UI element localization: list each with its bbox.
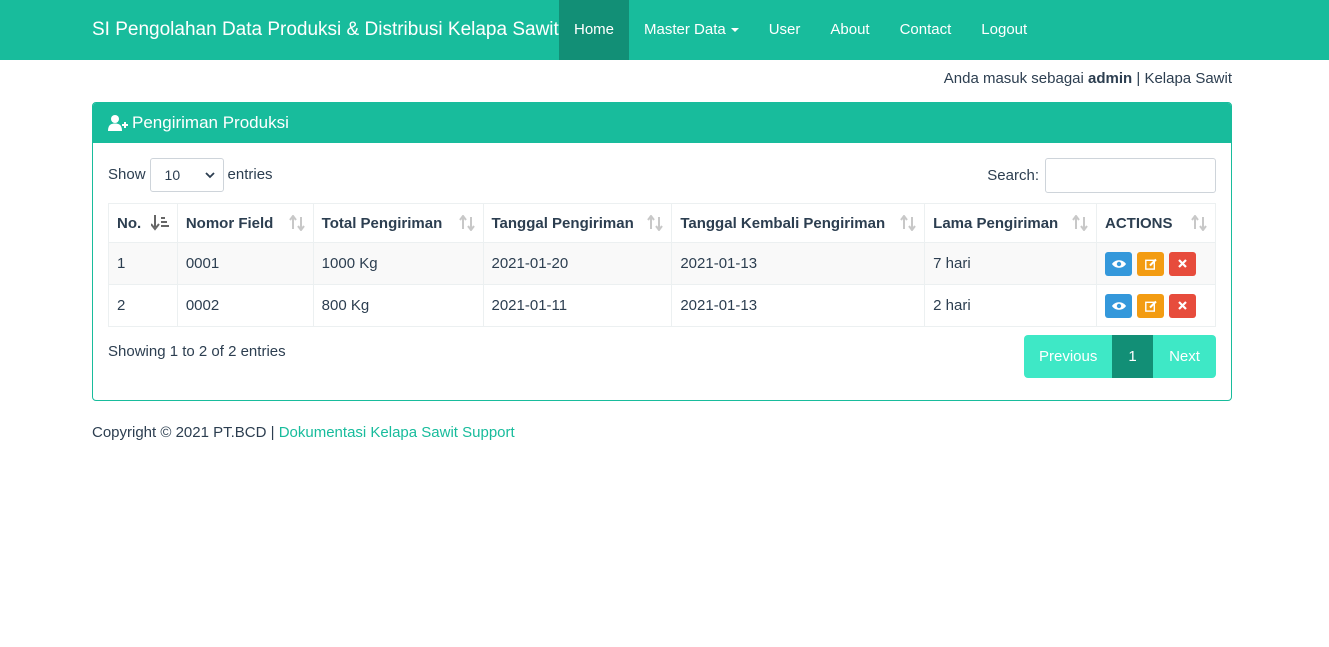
table-cell: 7 hari bbox=[924, 242, 1098, 285]
table-header-row: No. Nomor Field Total Pengiriman Tanggal… bbox=[108, 203, 1216, 243]
eye-icon bbox=[1111, 259, 1126, 268]
brand-title[interactable]: SI Pengolahan Data Produksi & Distribusi… bbox=[92, 0, 559, 60]
column-header-label: No. bbox=[117, 214, 142, 232]
next-button[interactable]: Next bbox=[1153, 335, 1216, 378]
table-search: Search: bbox=[987, 158, 1216, 193]
actions-cell bbox=[1096, 242, 1216, 285]
nav-contact[interactable]: Contact bbox=[885, 0, 967, 60]
table-cell: 2021-01-13 bbox=[671, 242, 926, 285]
delete-button[interactable] bbox=[1169, 251, 1197, 276]
logged-in-info: Anda masuk sebagai admin | Kelapa Sawit bbox=[944, 70, 1232, 87]
user-plus-icon bbox=[108, 115, 128, 131]
shipment-panel: Pengiriman Produksi Show 10 entries Sear… bbox=[92, 102, 1232, 401]
eye-icon bbox=[1111, 301, 1126, 310]
sort-icon bbox=[288, 215, 305, 231]
column-header-label: Total Pengiriman bbox=[321, 214, 443, 232]
entries-label: entries bbox=[227, 166, 273, 183]
entries-select[interactable]: 10 bbox=[149, 158, 224, 192]
logged-in-suffix: | Kelapa Sawit bbox=[1136, 70, 1232, 87]
sort-icon bbox=[1191, 215, 1207, 231]
entries-length: Show 10 entries bbox=[108, 158, 273, 192]
column-header[interactable]: Lama Pengiriman bbox=[924, 203, 1098, 243]
edit-icon bbox=[1144, 300, 1157, 312]
panel-heading: Pengiriman Produksi bbox=[93, 103, 1231, 143]
close-icon bbox=[1178, 259, 1187, 268]
close-icon bbox=[1178, 301, 1187, 310]
table-cell: 2021-01-20 bbox=[482, 242, 673, 285]
previous-button[interactable]: Previous bbox=[1024, 335, 1112, 378]
row-actions bbox=[1105, 251, 1207, 276]
nav-master-data-label: Master Data bbox=[644, 21, 726, 38]
view-button[interactable] bbox=[1105, 293, 1133, 318]
sort-asc-icon bbox=[150, 215, 169, 231]
nav-logout[interactable]: Logout bbox=[966, 0, 1042, 60]
column-header-label: Nomor Field bbox=[185, 214, 274, 232]
table-row: 1 0001 1000 Kg 2021-01-20 2021-01-13 7 h… bbox=[108, 242, 1216, 285]
table-controls: Show 10 entries Search: bbox=[108, 158, 1216, 193]
copyright-text: Copyright © 2021 PT.BCD | bbox=[92, 424, 275, 441]
column-header[interactable]: No. bbox=[108, 203, 178, 243]
table-cell: 2 bbox=[108, 284, 178, 327]
nav-master-data[interactable]: Master Data bbox=[629, 0, 754, 60]
table-cell: 2021-01-13 bbox=[671, 284, 926, 327]
column-header-label: Tanggal Pengiriman bbox=[491, 214, 634, 232]
column-header-label: Tanggal Kembali Pengiriman bbox=[680, 214, 886, 232]
table-cell: 0002 bbox=[176, 284, 314, 327]
edit-button[interactable] bbox=[1137, 251, 1165, 276]
page-1-button[interactable]: 1 bbox=[1112, 335, 1153, 378]
edit-button[interactable] bbox=[1137, 293, 1165, 318]
logged-in-user: admin bbox=[1088, 70, 1133, 87]
sort-icon bbox=[900, 215, 916, 231]
actions-cell bbox=[1096, 284, 1216, 327]
search-input[interactable] bbox=[1045, 158, 1216, 193]
table-cell: 800 Kg bbox=[312, 284, 484, 327]
table-cell: 2 hari bbox=[924, 284, 1098, 327]
chevron-down-icon bbox=[204, 171, 215, 178]
nav-about[interactable]: About bbox=[815, 0, 884, 60]
sort-icon bbox=[458, 215, 475, 231]
column-header[interactable]: Nomor Field bbox=[176, 203, 314, 243]
support-link[interactable]: Dokumentasi Kelapa Sawit Support bbox=[279, 424, 515, 441]
column-header[interactable]: ACTIONS bbox=[1096, 203, 1216, 243]
row-actions bbox=[1105, 293, 1207, 318]
column-header[interactable]: Tanggal Pengiriman bbox=[482, 203, 673, 243]
panel-title: Pengiriman Produksi bbox=[132, 113, 289, 132]
column-header-label: ACTIONS bbox=[1105, 214, 1173, 232]
column-header[interactable]: Total Pengiriman bbox=[312, 203, 484, 243]
nav-menu: Home Master Data User About Contact Logo… bbox=[559, 0, 1042, 60]
pagination: Previous 1 Next bbox=[1024, 335, 1216, 378]
footer: Copyright © 2021 PT.BCD | Dokumentasi Ke… bbox=[92, 424, 515, 441]
view-button[interactable] bbox=[1105, 251, 1133, 276]
column-header-label: Lama Pengiriman bbox=[933, 214, 1059, 232]
nav-home[interactable]: Home bbox=[559, 0, 630, 60]
table-row: 2 0002 800 Kg 2021-01-11 2021-01-13 2 ha… bbox=[108, 284, 1216, 327]
delete-button[interactable] bbox=[1169, 293, 1197, 318]
edit-icon bbox=[1144, 258, 1157, 270]
table-cell: 0001 bbox=[176, 242, 314, 285]
sort-icon bbox=[647, 215, 664, 231]
search-label: Search: bbox=[987, 166, 1039, 184]
show-label: Show bbox=[108, 166, 146, 183]
table-cell: 1 bbox=[108, 242, 178, 285]
table-info: Showing 1 to 2 of 2 entries bbox=[108, 343, 286, 360]
shipment-table: No. Nomor Field Total Pengiriman Tanggal… bbox=[108, 203, 1216, 327]
nav-user[interactable]: User bbox=[754, 0, 816, 60]
sort-icon bbox=[1072, 215, 1088, 231]
table-cell: 1000 Kg bbox=[312, 242, 484, 285]
table-cell: 2021-01-11 bbox=[482, 284, 673, 327]
navbar: SI Pengolahan Data Produksi & Distribusi… bbox=[0, 0, 1329, 60]
entries-select-value: 10 bbox=[164, 167, 181, 183]
caret-down-icon bbox=[730, 28, 739, 33]
column-header[interactable]: Tanggal Kembali Pengiriman bbox=[671, 203, 926, 243]
logged-in-prefix: Anda masuk sebagai bbox=[943, 70, 1084, 87]
